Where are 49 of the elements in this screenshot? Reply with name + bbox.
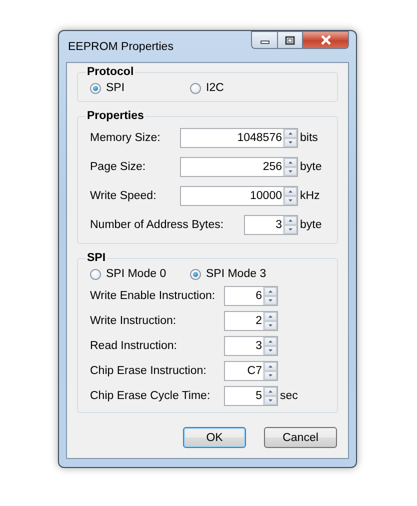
radio-label: SPI Mode 3 xyxy=(206,268,266,280)
number-field[interactable]: C7 xyxy=(224,360,278,380)
radio-label: SPI xyxy=(106,82,125,94)
unit-label: byte xyxy=(299,160,323,172)
number-field[interactable]: 10000 xyxy=(180,186,298,206)
group-title: Properties xyxy=(86,109,145,123)
number-field[interactable]: 256 xyxy=(180,156,298,176)
field-label: Read Instruction: xyxy=(89,340,178,352)
spin-up-icon[interactable] xyxy=(264,312,277,320)
spin-up-icon[interactable] xyxy=(284,186,297,196)
radio-button[interactable] xyxy=(190,268,201,280)
dialog-button[interactable]: OK xyxy=(183,427,246,448)
number-field[interactable]: 6 xyxy=(224,286,278,306)
spin-up-icon[interactable] xyxy=(264,336,277,346)
number-field[interactable]: 3 xyxy=(244,214,298,234)
field-label: Write Enable Instruction: xyxy=(89,290,216,302)
field-label: Memory Size: xyxy=(89,132,162,144)
dialog-button[interactable]: Cancel xyxy=(264,427,337,448)
spin-up-icon[interactable] xyxy=(264,362,277,370)
radio-label: SPI Mode 0 xyxy=(106,268,166,280)
maximize-button[interactable] xyxy=(277,31,303,49)
number-field[interactable]: 3 xyxy=(224,336,278,356)
close-button[interactable] xyxy=(303,31,349,49)
field-label: Page Size: xyxy=(89,160,147,172)
spin-up-icon[interactable] xyxy=(284,216,297,224)
spin-up-icon[interactable] xyxy=(284,128,297,138)
spin-up-icon[interactable] xyxy=(264,286,277,296)
radio-button[interactable] xyxy=(190,82,201,94)
number-field[interactable]: 2 xyxy=(224,310,278,330)
maximize-icon xyxy=(285,36,295,44)
close-icon xyxy=(320,35,332,45)
field-label: Chip Erase Instruction: xyxy=(89,364,208,376)
unit-label: kHz xyxy=(299,190,321,202)
minimize-button[interactable] xyxy=(251,31,277,49)
number-field[interactable]: 1048576 xyxy=(180,128,298,148)
field-label: Write Instruction: xyxy=(89,314,178,326)
radio-button[interactable] xyxy=(90,82,101,94)
field-label: Write Speed: xyxy=(89,190,158,202)
radio-label: I2C xyxy=(206,82,224,94)
unit-label: byte xyxy=(299,218,323,230)
field-label: Number of Address Bytes: xyxy=(89,218,225,230)
unit-label: bits xyxy=(299,132,319,144)
window-title: EEPROM Properties xyxy=(67,40,174,53)
number-field[interactable]: 5 xyxy=(224,386,278,406)
radio-button[interactable] xyxy=(90,268,101,280)
field-label: Chip Erase Cycle Time: xyxy=(89,390,212,402)
spin-up-icon[interactable] xyxy=(264,386,277,396)
spin-up-icon[interactable] xyxy=(284,158,297,166)
unit-label: sec xyxy=(279,390,299,402)
